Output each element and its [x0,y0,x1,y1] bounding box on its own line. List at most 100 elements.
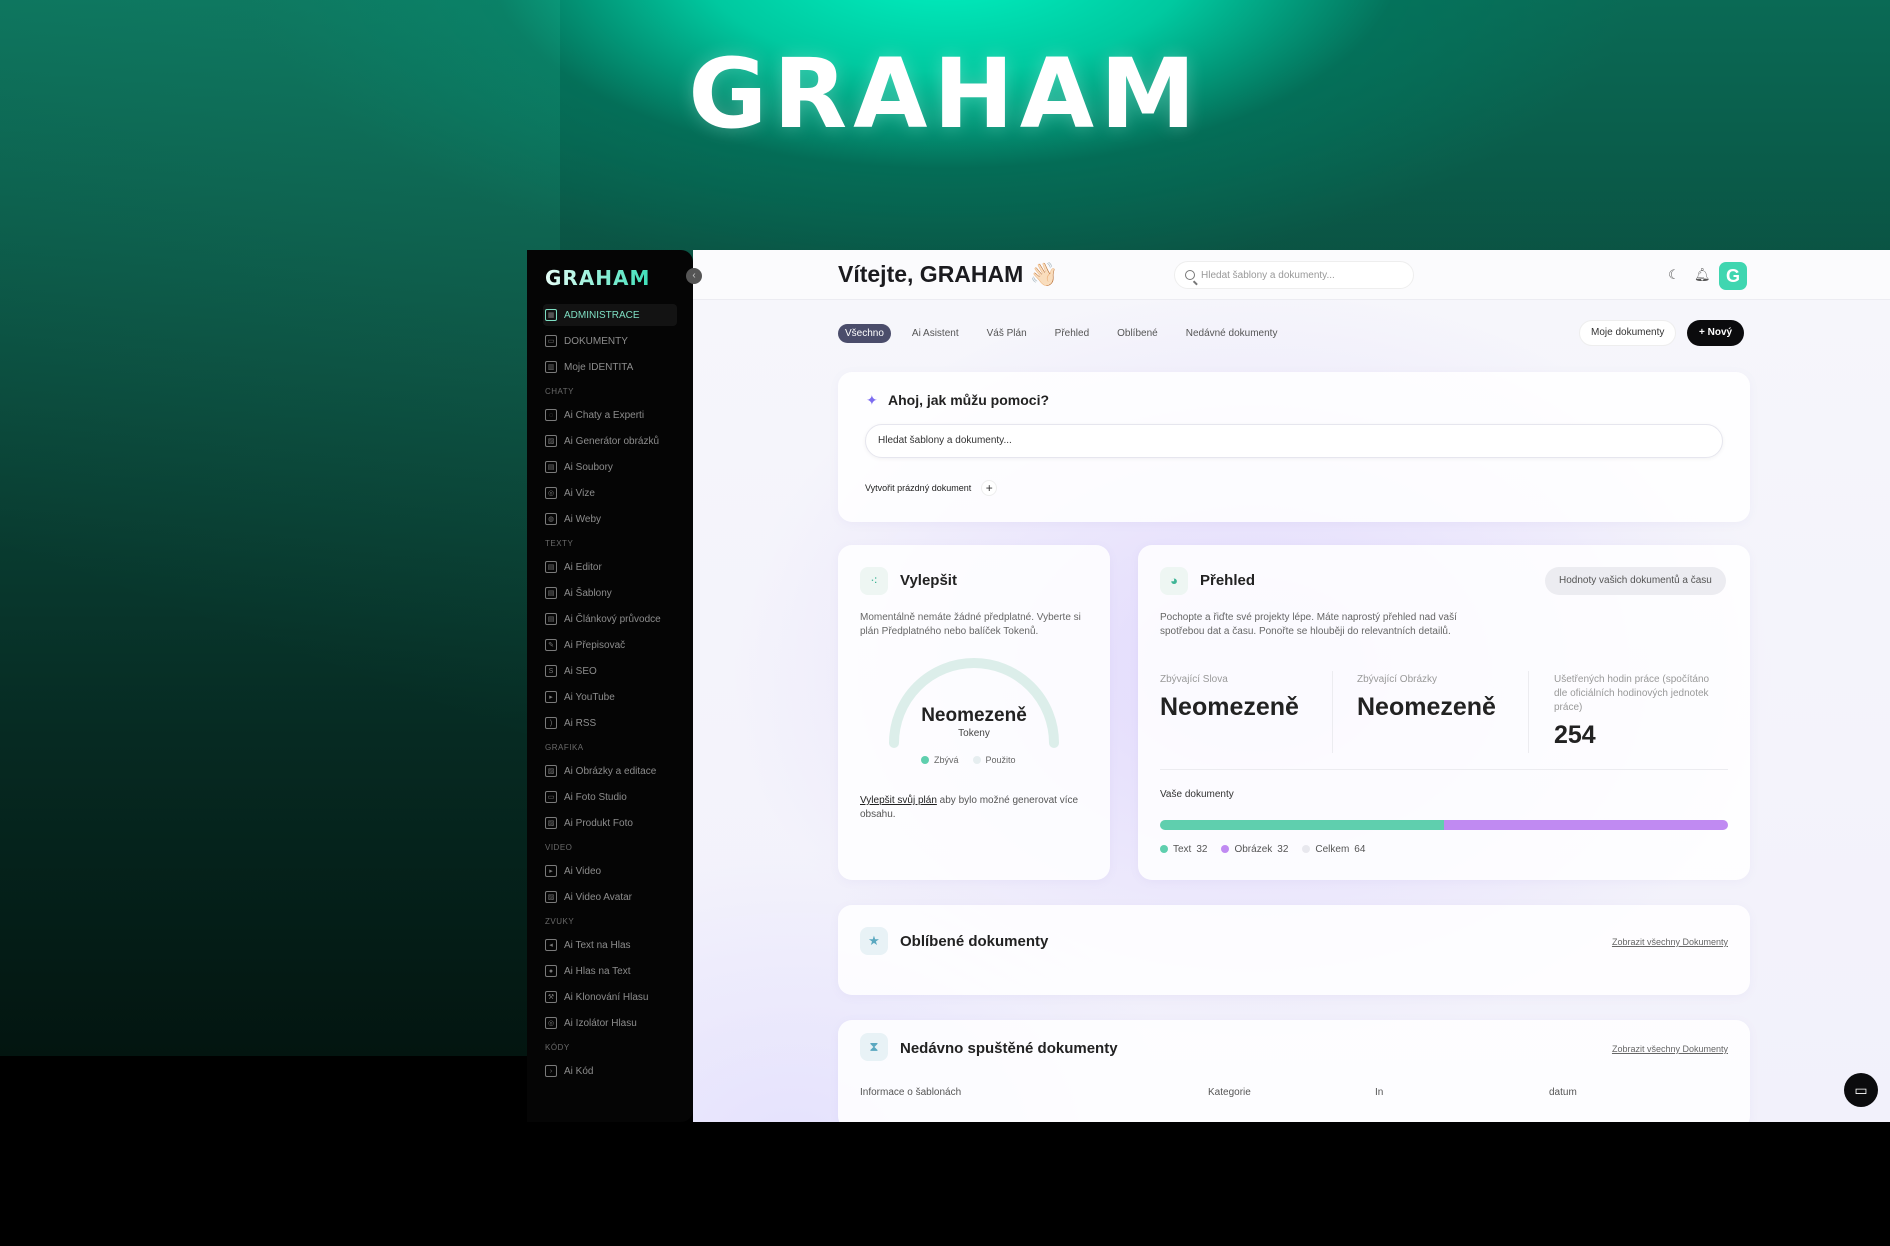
recent-title: Nedávno spuštěné dokumenty [900,1040,1118,1057]
sidebar-item-ai-text-na-hlas[interactable]: ◂ Ai Text na Hlas [543,934,677,956]
microphone-icon: ● [545,965,557,977]
bell-icon[interactable]: 🔔︎ [1694,267,1711,283]
sidebar-logo[interactable]: GRAHAM [545,266,650,290]
sidebar-item-label: DOKUMENTY [564,335,628,347]
speaker-icon: ◂ [545,939,557,951]
sidebar-item-ai-izol-tor-hlasu[interactable]: ◎ Ai Izolátor Hlasu [543,1012,677,1034]
stat-words: Zbývající Slova Neomezeně [1160,673,1320,722]
search-input[interactable]: Hledat šablony a dokumenty... [1174,261,1414,289]
tab-2[interactable]: Váš Plán [980,324,1034,343]
overview-title: Přehled [1200,572,1256,589]
sidebar-item-ai-weby[interactable]: ◍ Ai Weby [543,508,677,530]
rss-icon: ) [545,717,557,729]
sidebar-item-ai-produkt-foto[interactable]: ▨ Ai Produkt Foto [543,812,677,834]
view-all-recent-link[interactable]: Zobrazit všechny Dokumenty [1612,1044,1728,1054]
sidebar-item-ai-l-nkov-pr-vodce[interactable]: ▤ Ai Článkový průvodce [543,608,677,630]
sidebar-item-ai-ablony[interactable]: ▤ Ai Šablony [543,582,677,604]
sidebar-item-label: Ai Video Avatar [564,891,633,903]
sidebar-item-ai-klonov-n-hlasu[interactable]: ⚒ Ai Klonování Hlasu [543,986,677,1008]
document-icon: ▤ [545,561,557,573]
sidebar-item-label: Ai Šablony [564,587,612,599]
sidebar-item-ai-seo[interactable]: S Ai SEO [543,660,677,682]
legend-dot [1221,845,1230,853]
overview-values-button[interactable]: Hodnoty vašich dokumentů a času [1545,567,1726,595]
archive-icon: ▭ [545,335,557,347]
image-icon: ▨ [545,435,557,447]
legend-remaining-dot [921,756,929,764]
column-header-template[interactable]: Informace o šablonách [860,1087,961,1098]
sidebar-item-ai-rss[interactable]: ) Ai RSS [543,712,677,734]
terminal-icon: › [545,1065,557,1077]
sidebar: GRAHAM ▦ ADMINISTRACE ▭ DOKUMENTY ▥ Moje IDEN… [527,250,693,1122]
sidebar-item-moje-identita[interactable]: ▥ Moje IDENTITA [543,356,677,378]
plus-icon[interactable]: + [981,480,998,496]
tab-0[interactable]: Všechno [838,324,891,343]
sidebar-item-ai-video[interactable]: ▸ Ai Video [543,860,677,882]
my-documents-button[interactable]: Moje dokumenty [1579,320,1677,346]
tab-4[interactable]: Oblíbené [1110,324,1165,343]
overview-icon: ◕ [1160,567,1188,595]
scan-icon: ◎ [545,487,557,499]
legend-used-label: Použito [985,755,1016,765]
sidebar-item-label: Ai Hlas na Text [564,965,631,977]
chat-support-button[interactable]: ▭ [1844,1073,1878,1107]
tab-5[interactable]: Nedávné dokumenty [1179,324,1285,343]
legend-count: 64 [1354,844,1366,855]
sidebar-item-ai-editor[interactable]: ▤ Ai Editor [543,556,677,578]
image-edit-icon: ▨ [545,765,557,777]
sidebar-item-label: Ai Weby [564,513,602,525]
sidebar-item-label: Ai Produkt Foto [564,817,633,829]
legend-item: Obrázek 32 [1221,844,1288,855]
collapse-sidebar-button[interactable]: ‹ [686,268,702,284]
upgrade-description: Momentálně nemáte žádné předplatné. Vybe… [860,612,1081,637]
sidebar-item-label: Ai Přepisovač [564,639,626,651]
legend-label: Celkem [1315,844,1350,855]
sidebar-item-ai-obr-zky-a-editace[interactable]: ▨ Ai Obrázky a editace [543,760,677,782]
recent-card: ⧗ Nedávno spuštěné dokumenty Zobrazit vš… [838,1020,1750,1122]
upgrade-plan-link[interactable]: Vylepšit svůj plán [860,795,937,806]
view-all-favorites-link[interactable]: Zobrazit všechny Dokumenty [1612,937,1728,947]
tab-1[interactable]: Ai Asistent [905,324,966,343]
sidebar-item-administrace[interactable]: ▦ ADMINISTRACE [543,304,677,326]
sidebar-item-ai-youtube[interactable]: ▸ Ai YouTube [543,686,677,708]
sidebar-item-dokumenty[interactable]: ▭ DOKUMENTY [543,330,677,352]
new-button[interactable]: + Nový [1687,320,1745,346]
moon-icon[interactable]: ☾ [1666,267,1682,283]
divider [1528,671,1529,753]
sidebar-item-ai-video-avatar[interactable]: ▨ Ai Video Avatar [543,886,677,908]
sidebar-item-ai-k-d[interactable]: › Ai Kód [543,1060,677,1082]
upgrade-card: ⁖ Vylepšit Momentálně nemáte žádné předp… [838,545,1110,880]
sidebar-section-label: VIDEO [545,843,573,852]
tab-3[interactable]: Přehled [1048,324,1096,343]
sidebar-item-label: ADMINISTRACE [564,309,640,321]
book-icon: ▥ [545,361,557,373]
bar-segment-text [1160,820,1444,830]
sidebar-item-label: Ai Izolátor Hlasu [564,1017,637,1029]
hourglass-icon: ⧗ [860,1033,888,1061]
sidebar-item-label: Ai Soubory [564,461,613,473]
sidebar-section-label: CHATY [545,387,575,396]
bar-segment-obrázek [1444,820,1728,830]
stat-label: Zbývající Slova [1160,674,1228,685]
create-blank-document[interactable]: Vytvořit prázdný dokument + [865,480,998,496]
avatar[interactable]: G [1719,262,1747,290]
assistant-search-input[interactable]: Hledat šablony a dokumenty... [865,424,1723,458]
product-photo-icon: ▨ [545,817,557,829]
grid-icon: ▦ [545,309,557,321]
sidebar-section-label: ZVUKY [545,917,575,926]
sidebar-item-label: Ai Editor [564,561,602,573]
sidebar-item-ai-gener-tor-obr-zk-[interactable]: ▨ Ai Generátor obrázků [543,430,677,452]
column-header-category[interactable]: Kategorie [1208,1087,1251,1098]
column-header-in[interactable]: In [1375,1087,1383,1098]
sidebar-item-ai-chaty-a-experti[interactable]: ◌ Ai Chaty a Experti [543,404,677,426]
stat-label: Zbývající Obrázky [1357,674,1438,685]
sidebar-item-label: Ai YouTube [564,691,615,703]
column-header-date[interactable]: datum [1549,1087,1577,1098]
sidebar-item-ai-p-episova-[interactable]: ✎ Ai Přepisovač [543,634,677,656]
sidebar-item-ai-foto-studio[interactable]: ▭ Ai Foto Studio [543,786,677,808]
sidebar-item-ai-vize[interactable]: ◎ Ai Vize [543,482,677,504]
sidebar-item-ai-soubory[interactable]: ▤ Ai Soubory [543,456,677,478]
sidebar-item-label: Ai Kód [564,1065,594,1077]
assistant-card: ✦ Ahoj, jak můžu pomoci? Hledat šablony … [838,372,1750,522]
sidebar-item-ai-hlas-na-text[interactable]: ● Ai Hlas na Text [543,960,677,982]
